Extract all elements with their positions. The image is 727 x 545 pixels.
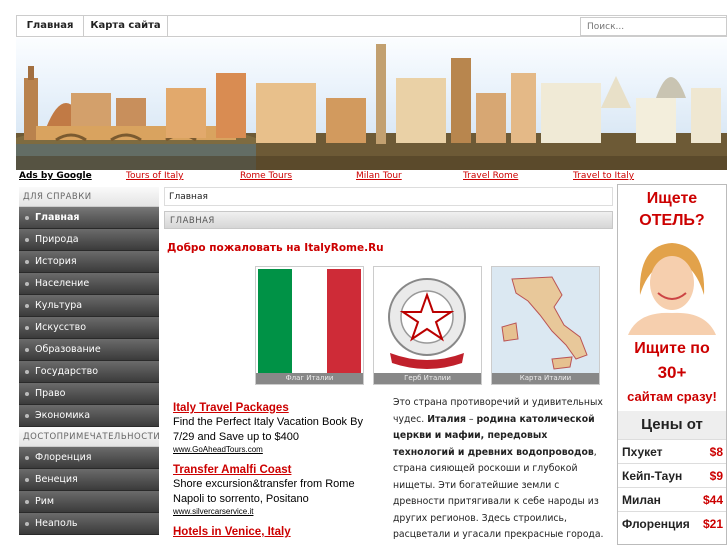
article-body: , страна сияющей роскоши и глубокой нище…	[393, 446, 604, 541]
italy-flag-icon	[258, 269, 361, 373]
bullet-icon	[25, 522, 29, 526]
sidebar-item-culture[interactable]: Культура	[19, 295, 159, 317]
nav-home-link[interactable]: Главная	[17, 16, 84, 36]
price-heading: Цены от	[618, 411, 726, 439]
bullet-icon	[25, 370, 29, 374]
bullet-icon	[25, 456, 29, 460]
sidebar-item-art[interactable]: Искусство	[19, 317, 159, 339]
article-text: Это страна противоречий и удивительных ч…	[393, 395, 608, 545]
ads-bar: Ads by Google Tours of Italy Rome Tours …	[19, 171, 727, 184]
ad-link[interactable]: Travel to Italy	[573, 171, 634, 181]
price-row[interactable]: Кейп-Таун $9	[618, 463, 726, 487]
text-ad[interactable]: Transfer Amalfi Coast Shore excursion&tr…	[173, 463, 383, 516]
sidebar-heading: ДОСТОПРИМЕЧАТЕЛЬНОСТИ	[19, 427, 160, 447]
sidebar-item-history[interactable]: История	[19, 251, 159, 273]
image-caption: Герб Италии	[374, 373, 481, 384]
text-ad[interactable]: Hotels in Venice, Italy	[173, 525, 383, 539]
sidebar-item-state[interactable]: Государство	[19, 361, 159, 383]
price-row[interactable]: Милан $44	[618, 487, 726, 511]
main-content: Главная ГЛАВНАЯ Добро пожаловать на Ital…	[164, 187, 613, 545]
flag-image[interactable]: Флаг Италии	[255, 266, 364, 385]
ad-headline: 30+	[657, 363, 687, 382]
emblem-icon	[388, 278, 466, 369]
sidebar-heading: ДЛЯ СПРАВКИ	[19, 187, 159, 207]
sidebar-item-nature[interactable]: Природа	[19, 229, 159, 251]
bullet-icon	[25, 348, 29, 352]
bullet-icon	[25, 478, 29, 482]
ad-link[interactable]: Milan Tour	[356, 171, 402, 181]
bullet-icon	[25, 326, 29, 330]
article-strong: родина католической церкви и мафии, пере…	[393, 413, 595, 458]
header-banner	[16, 38, 727, 170]
bullet-icon	[25, 500, 29, 504]
ad-url[interactable]: www.silvercarservice.it	[173, 507, 383, 516]
ad-headline: ОТЕЛЬ?	[639, 212, 705, 229]
page-title: Добро пожаловать на ItalyRome.Ru	[167, 242, 384, 254]
article-dash: –	[465, 413, 477, 425]
ads-by-google-label[interactable]: Ads by Google	[19, 171, 92, 181]
price-row[interactable]: Флоренция $21	[618, 511, 726, 535]
sidebar-item-economy[interactable]: Экономика	[19, 405, 159, 427]
section-heading: ГЛАВНАЯ	[164, 211, 613, 229]
emblem-image[interactable]: Герб Италии	[373, 266, 482, 385]
search-input[interactable]	[580, 17, 727, 36]
sidebar-item-naples[interactable]: Неаполь	[19, 513, 159, 535]
ad-link[interactable]: Rome Tours	[240, 171, 292, 181]
bullet-icon	[25, 282, 29, 286]
ad-description: Find the Perfect Italy Vacation Book By …	[173, 416, 363, 443]
breadcrumb: Главная	[164, 187, 613, 206]
hotel-ad-banner[interactable]: Ищете ОТЕЛЬ? Ищите по 30+ сайтам сразу! …	[617, 184, 727, 545]
text-ads: Italy Travel Packages Find the Perfect I…	[173, 401, 383, 545]
image-caption: Карта Италии	[492, 373, 599, 384]
sidebar-item-law[interactable]: Право	[19, 383, 159, 405]
sidebar-item-population[interactable]: Население	[19, 273, 159, 295]
ad-description: Shore excursion&transfer from Rome Napol…	[173, 478, 355, 505]
ad-title[interactable]: Hotels in Venice, Italy	[173, 525, 383, 539]
bullet-icon	[25, 238, 29, 242]
italy-map-icon	[492, 267, 599, 373]
sidebar-item-florence[interactable]: Флоренция	[19, 447, 159, 469]
price-row[interactable]: Пхукет $8	[618, 439, 726, 463]
sidebar: ДЛЯ СПРАВКИ Главная Природа История Насе…	[19, 187, 160, 545]
ad-link[interactable]: Tours of Italy	[126, 171, 184, 181]
ad-title[interactable]: Transfer Amalfi Coast	[173, 463, 383, 477]
top-nav: Главная Карта сайта	[16, 15, 727, 37]
text-ad[interactable]: Italy Travel Packages Find the Perfect I…	[173, 401, 383, 454]
ad-url[interactable]: www.GoAheadTours.com	[173, 445, 383, 454]
ad-headline: Ищите по	[634, 340, 710, 357]
sidebar-item-home[interactable]: Главная	[19, 207, 159, 229]
bullet-icon	[25, 304, 29, 308]
ad-title[interactable]: Italy Travel Packages	[173, 401, 383, 415]
nav-sitemap-link[interactable]: Карта сайта	[84, 16, 168, 36]
sidebar-item-venice[interactable]: Венеция	[19, 469, 159, 491]
image-caption: Флаг Италии	[256, 373, 363, 384]
bullet-icon	[25, 414, 29, 418]
ad-headline: Ищете	[646, 190, 698, 207]
sidebar-item-rome[interactable]: Рим	[19, 491, 159, 513]
woman-photo-icon	[618, 235, 726, 335]
ad-headline: сайтам сразу!	[627, 389, 717, 404]
sidebar-item-education[interactable]: Образование	[19, 339, 159, 361]
article-strong: Италия	[427, 413, 466, 425]
map-image[interactable]: Карта Италии	[491, 266, 600, 385]
ad-link[interactable]: Travel Rome	[463, 171, 518, 181]
bullet-icon	[25, 392, 29, 396]
bullet-icon	[25, 216, 29, 220]
bullet-icon	[25, 260, 29, 264]
